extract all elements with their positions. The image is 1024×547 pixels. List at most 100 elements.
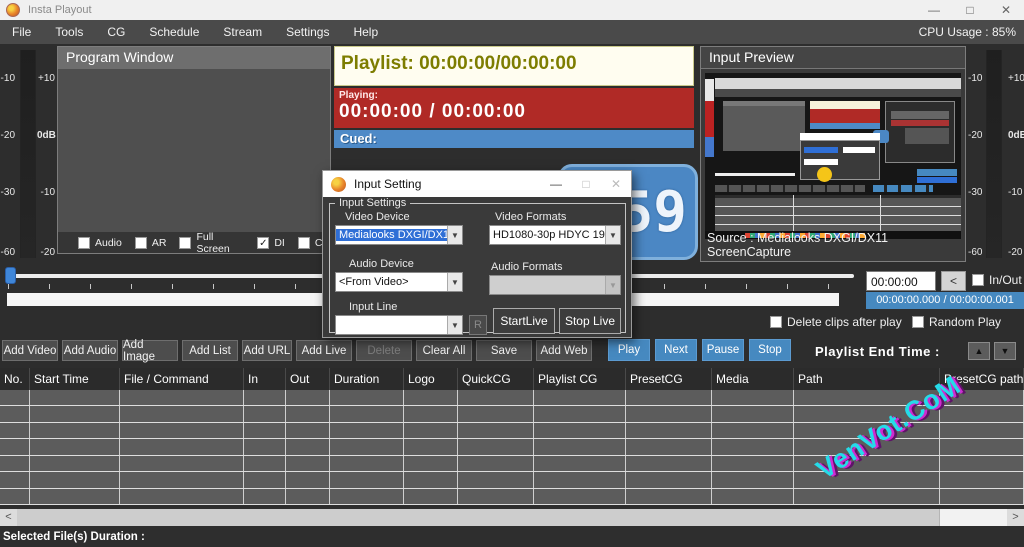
column-header[interactable]: QuickCG xyxy=(458,368,534,390)
table-cell xyxy=(0,439,30,454)
playlist-end-time-label: Playlist End Time : xyxy=(815,344,940,359)
dialog-minimize-button[interactable]: — xyxy=(541,177,571,191)
app-title: Insta Playout xyxy=(28,4,92,16)
checkbox-icon[interactable] xyxy=(912,316,924,328)
seek-slider-thumb[interactable] xyxy=(5,267,16,284)
column-header[interactable]: Start Time xyxy=(30,368,120,390)
horizontal-scrollbar[interactable]: < > xyxy=(0,509,1024,526)
column-header[interactable]: Path xyxy=(794,368,940,390)
chevron-down-icon[interactable]: ▼ xyxy=(447,226,462,244)
checkbox-icon[interactable] xyxy=(135,237,147,249)
menu-schedule[interactable]: Schedule xyxy=(137,20,211,44)
menu-help[interactable]: Help xyxy=(341,20,390,44)
dialog-close-button[interactable]: ✕ xyxy=(601,177,631,191)
thumb-toolbar xyxy=(715,78,961,89)
ar-checkbox[interactable]: AR xyxy=(135,237,167,249)
table-row[interactable] xyxy=(0,390,1024,406)
add-image-button[interactable]: Add Image xyxy=(122,340,178,361)
table-cell xyxy=(712,472,794,487)
audio-checkbox[interactable]: Audio xyxy=(78,237,122,249)
audio-device-value: <From Video> xyxy=(336,276,447,288)
maximize-button[interactable]: □ xyxy=(952,0,988,20)
startlive-button[interactable]: StartLive xyxy=(493,308,555,334)
chevron-down-icon[interactable]: ▼ xyxy=(447,273,462,291)
table-row[interactable] xyxy=(0,472,1024,488)
cued-display: Cued: xyxy=(334,130,694,148)
thumb-playlist xyxy=(810,101,880,109)
table-cell xyxy=(534,456,626,471)
table-cell xyxy=(404,489,458,504)
column-header[interactable]: No. xyxy=(0,368,30,390)
clear-all-button[interactable]: Clear All xyxy=(416,340,472,361)
audio-device-select[interactable]: <From Video> ▼ xyxy=(335,272,463,292)
table-cell xyxy=(0,390,30,405)
video-device-select[interactable]: Medialooks DXGI/DX11 S ▼ xyxy=(335,225,463,245)
input-line-select[interactable]: ▼ xyxy=(335,315,463,335)
thumb-menubar xyxy=(715,89,961,97)
add-live-button[interactable]: Add Live xyxy=(296,340,352,361)
column-header[interactable]: Logo xyxy=(404,368,458,390)
add-web-button[interactable]: Add Web xyxy=(536,340,592,361)
dialog-maximize-button[interactable]: □ xyxy=(571,177,601,191)
table-cell xyxy=(404,439,458,454)
checkbox-icon[interactable] xyxy=(78,237,90,249)
audio-formats-select[interactable]: ▼ xyxy=(489,275,621,295)
menu-settings[interactable]: Settings xyxy=(274,20,341,44)
column-header[interactable]: In xyxy=(244,368,286,390)
column-header[interactable]: File / Command xyxy=(120,368,244,390)
table-cell xyxy=(940,423,1024,438)
r-button[interactable]: R xyxy=(469,315,487,335)
menu-stream[interactable]: Stream xyxy=(211,20,274,44)
add-audio-button[interactable]: Add Audio xyxy=(62,340,118,361)
chevron-down-icon[interactable]: ▼ xyxy=(605,276,620,294)
time-back-button[interactable]: < xyxy=(941,271,966,291)
table-cell xyxy=(330,489,404,504)
checkbox-icon[interactable] xyxy=(179,237,191,249)
table-cell xyxy=(458,439,534,454)
inout-checkbox[interactable]: In/Out xyxy=(972,273,1022,287)
stop-button[interactable]: Stop xyxy=(749,339,791,361)
add-url-button[interactable]: Add URL xyxy=(242,340,292,361)
next-button[interactable]: Next xyxy=(655,339,697,361)
checkbox-icon[interactable] xyxy=(257,237,269,249)
add-video-button[interactable]: Add Video xyxy=(2,340,58,361)
scrollbar-thumb[interactable] xyxy=(17,509,940,526)
minimize-button[interactable]: — xyxy=(916,0,952,20)
delete-clips-checkbox[interactable]: Delete clips after play xyxy=(770,315,902,329)
checkbox-icon[interactable] xyxy=(298,237,310,249)
vu-right-scale-label: -10 xyxy=(968,73,992,84)
di-checkbox[interactable]: DI xyxy=(257,237,285,249)
chevron-down-icon[interactable]: ▼ xyxy=(447,316,462,334)
pause-button[interactable]: Pause xyxy=(702,339,744,361)
save-button[interactable]: Save xyxy=(476,340,532,361)
table-cell xyxy=(30,390,120,405)
column-header[interactable]: Duration xyxy=(330,368,404,390)
add-list-button[interactable]: Add List xyxy=(182,340,238,361)
column-header[interactable]: PresetCG xyxy=(626,368,712,390)
checkbox-icon[interactable] xyxy=(770,316,782,328)
table-cell xyxy=(286,406,330,421)
column-header[interactable]: Media xyxy=(712,368,794,390)
table-cell xyxy=(404,456,458,471)
play-button[interactable]: Play xyxy=(608,339,650,361)
random-play-checkbox[interactable]: Random Play xyxy=(912,315,1001,329)
table-cell xyxy=(330,423,404,438)
close-button[interactable]: ✕ xyxy=(988,0,1024,20)
menu-file[interactable]: File xyxy=(0,20,43,44)
stoplive-button[interactable]: Stop Live xyxy=(559,308,621,334)
menu-tools[interactable]: Tools xyxy=(43,20,95,44)
column-header[interactable]: Playlist CG xyxy=(534,368,626,390)
checkbox-icon[interactable] xyxy=(972,274,984,286)
table-row[interactable] xyxy=(0,489,1024,505)
dialog-title-bar: Input Setting — □ ✕ xyxy=(323,171,631,197)
delete-button[interactable]: Delete xyxy=(356,340,412,361)
column-header[interactable]: Out xyxy=(286,368,330,390)
table-cell xyxy=(330,439,404,454)
scroll-left-button[interactable]: < xyxy=(0,509,17,526)
chevron-down-icon[interactable]: ▼ xyxy=(605,226,620,244)
menu-cg[interactable]: CG xyxy=(95,20,137,44)
time-input[interactable]: 00:00:00 xyxy=(866,271,936,291)
video-formats-select[interactable]: HD1080-30p HDYC 1920x ▼ xyxy=(489,225,621,245)
full-screen-checkbox[interactable]: Full Screen xyxy=(179,231,244,255)
scroll-right-button[interactable]: > xyxy=(1007,509,1024,526)
